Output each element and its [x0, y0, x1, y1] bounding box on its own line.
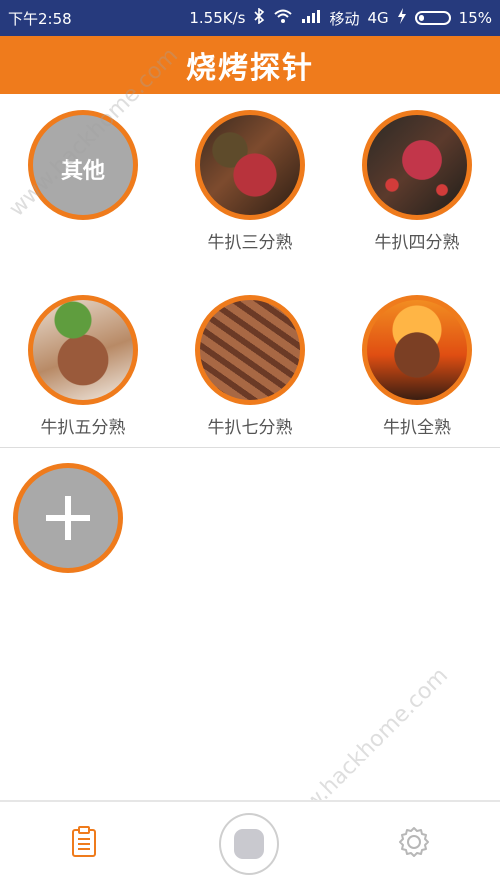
item-label: 牛扒三分熟: [207, 233, 293, 253]
record-icon: [234, 829, 264, 859]
battery-level: 15%: [458, 9, 492, 27]
bluetooth-icon: [253, 7, 265, 28]
status-time: 下午2:58: [8, 9, 72, 28]
network-speed: 1.55K/s: [189, 9, 246, 27]
status-bar: 下午2:58 1.55K/s 移动 4G 15%: [0, 0, 500, 36]
record-outer-ring: [219, 813, 279, 875]
title-bar: 烧烤探针: [0, 36, 500, 94]
steak-image[interactable]: [362, 110, 472, 220]
item-medium-rare-plus[interactable]: 牛扒四分熟: [347, 110, 487, 253]
item-label: 牛扒七分熟: [207, 418, 293, 438]
item-well-done[interactable]: 牛扒全熟: [347, 295, 487, 438]
notes-button[interactable]: [54, 812, 114, 872]
network-type: 4G: [367, 9, 389, 27]
item-medium[interactable]: 牛扒五分熟: [13, 295, 153, 438]
record-button[interactable]: [219, 813, 279, 875]
gear-icon: [399, 827, 429, 857]
carrier-label: 移动: [329, 9, 360, 28]
item-label: 牛扒四分熟: [374, 233, 460, 253]
section-divider: [0, 447, 500, 448]
plus-icon[interactable]: [13, 463, 123, 573]
item-label: 牛扒全熟: [383, 418, 451, 438]
bottom-nav: [0, 802, 500, 888]
notes-icon: [72, 826, 96, 857]
item-label: 牛扒五分熟: [40, 418, 126, 438]
wifi-icon: [273, 8, 293, 28]
add-item-button[interactable]: [13, 463, 153, 573]
signal-icon: [301, 9, 321, 27]
page-title: 烧烤探针: [186, 51, 314, 86]
settings-button[interactable]: [384, 812, 444, 872]
steak-image[interactable]: [195, 295, 305, 405]
steak-image[interactable]: [28, 295, 138, 405]
item-medium-rare[interactable]: 牛扒三分熟: [180, 110, 320, 253]
charging-icon: [397, 8, 407, 28]
battery-icon: [414, 11, 451, 25]
status-right: 1.55K/s 移动 4G 15%: [189, 7, 492, 29]
steak-image[interactable]: [195, 110, 305, 220]
item-medium-well[interactable]: 牛扒七分熟: [180, 295, 320, 438]
steak-image[interactable]: [362, 295, 472, 405]
